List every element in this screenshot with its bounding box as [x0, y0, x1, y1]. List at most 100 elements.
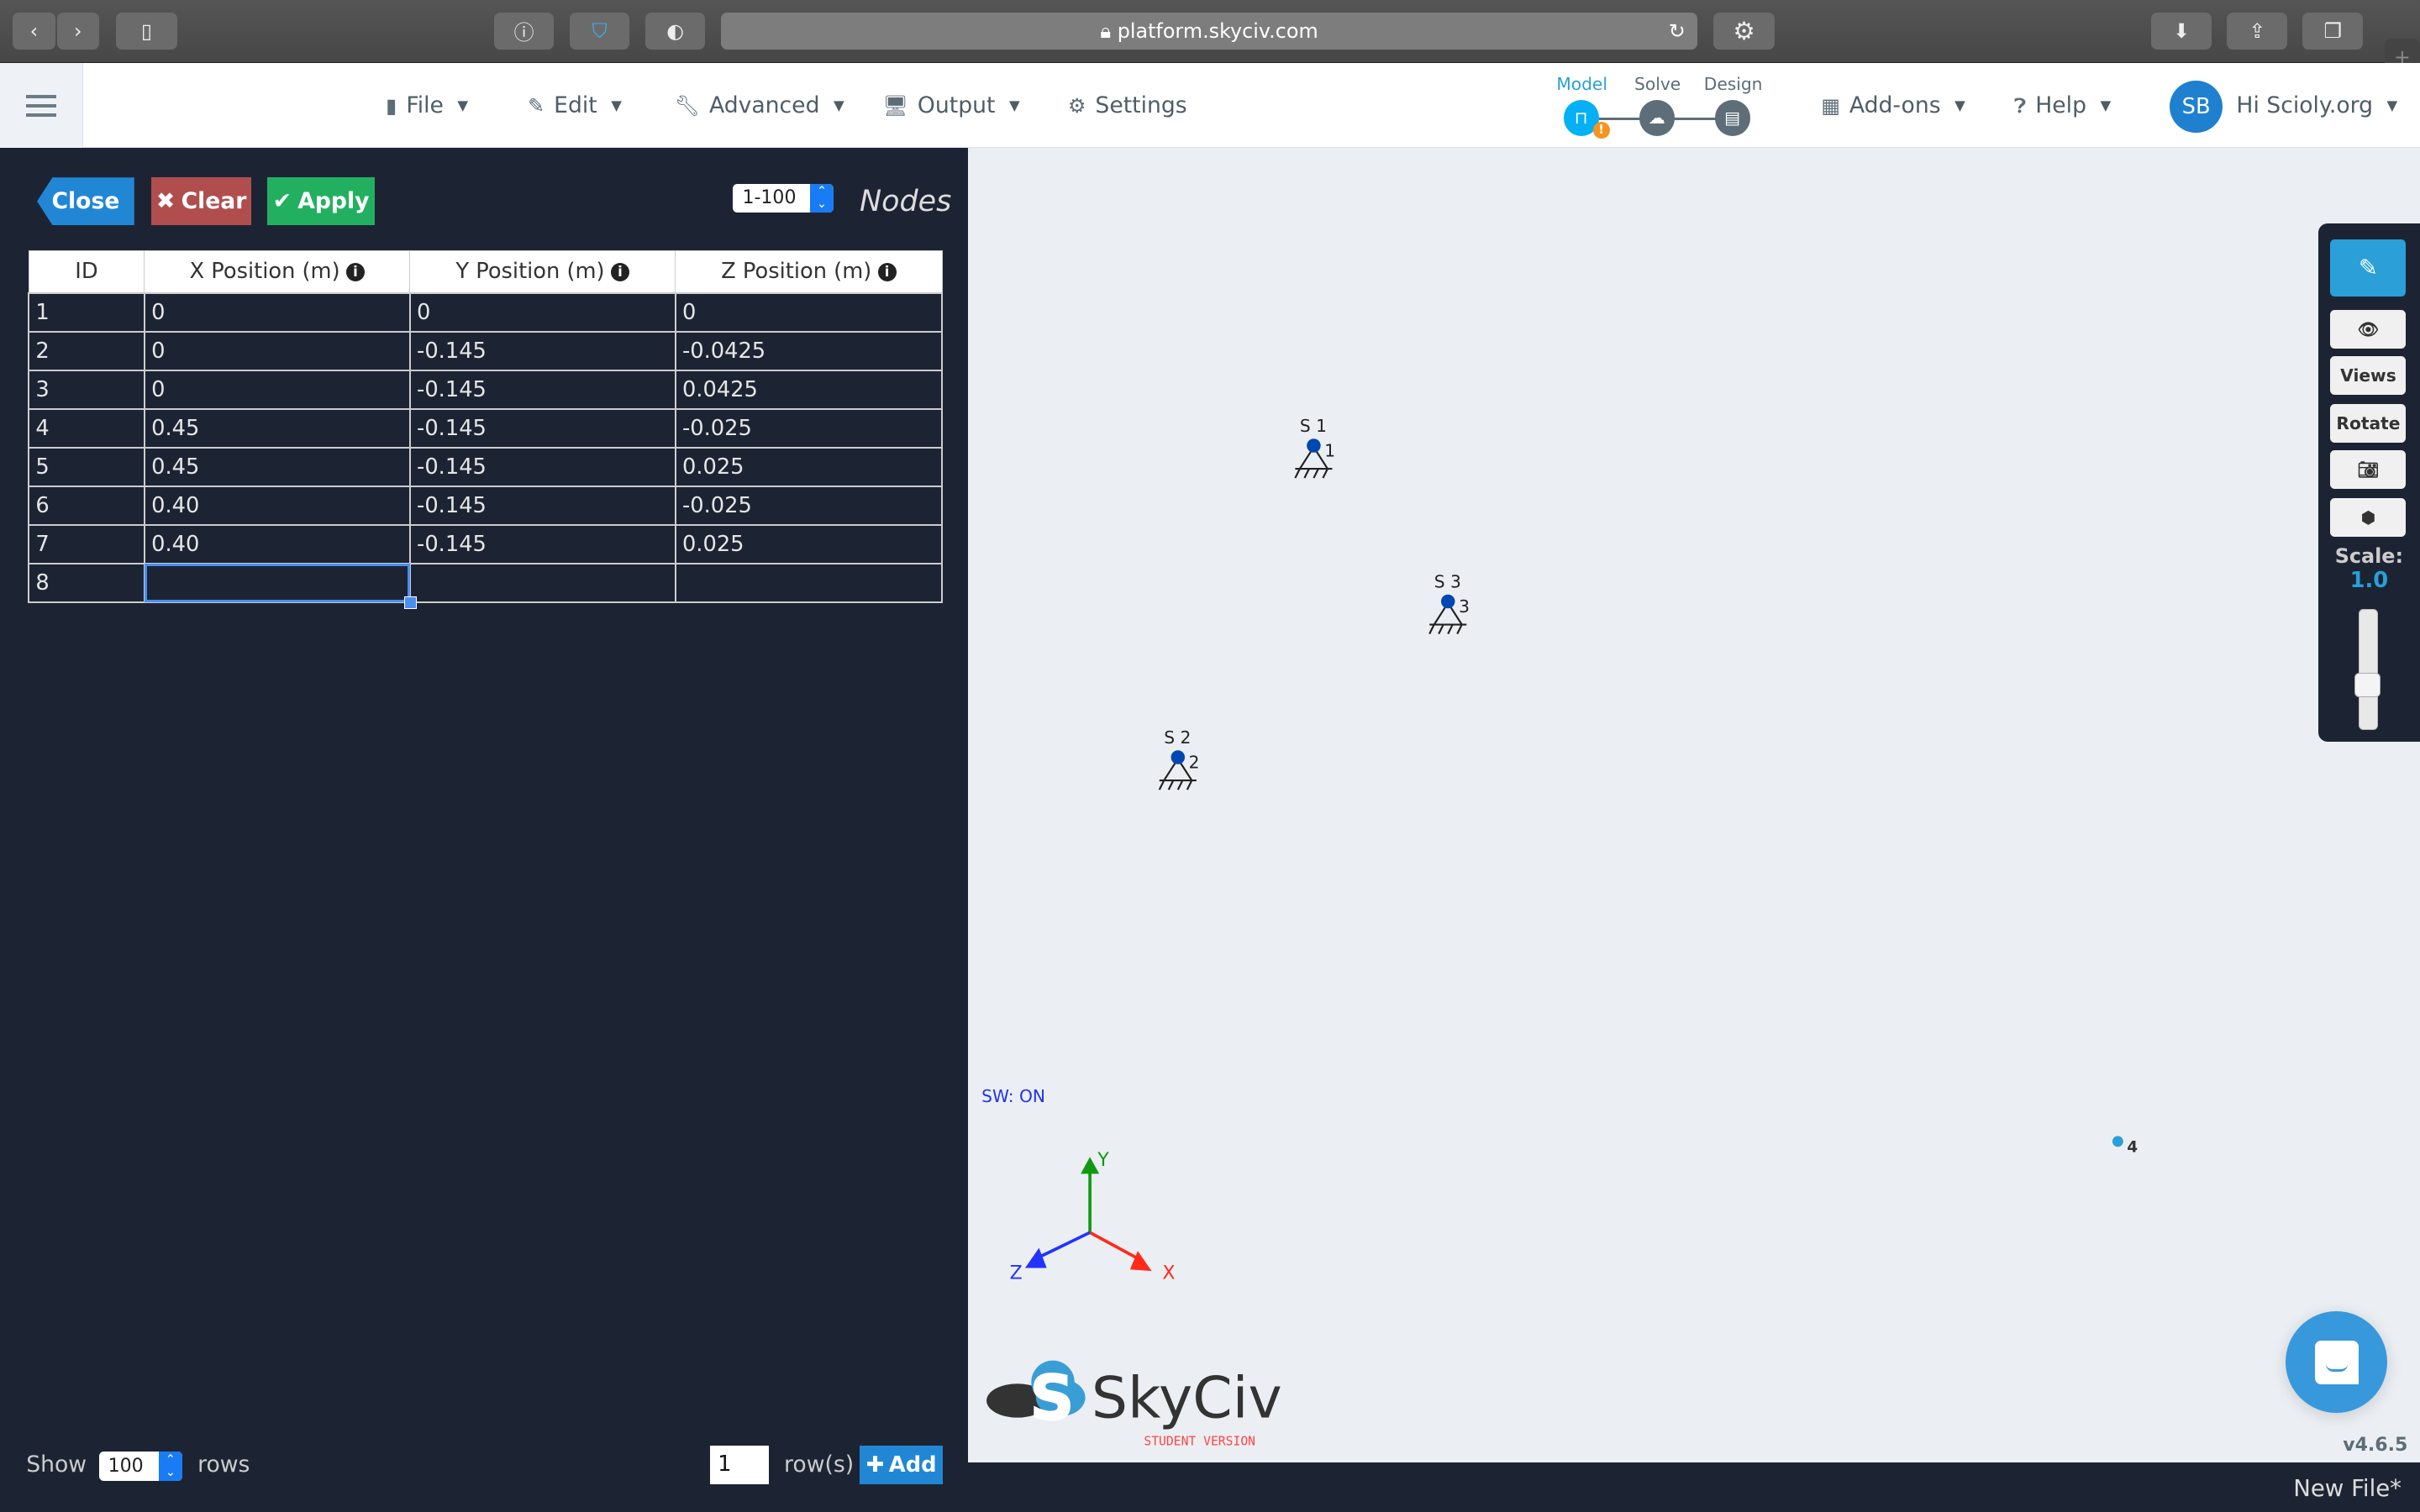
add-rows-count-input[interactable]: 1	[709, 1446, 769, 1484]
node-1[interactable]	[1306, 438, 1321, 454]
avatar[interactable]: SB	[2170, 80, 2223, 133]
cell-z[interactable]: -0.025	[674, 408, 944, 449]
col-z: Z Position (m) i	[675, 249, 943, 294]
cell-z[interactable]: -0.025	[674, 485, 944, 526]
col-label: Z Position (m)	[721, 259, 872, 285]
menu-edit[interactable]: ✎ Edit ▼	[528, 92, 622, 118]
cell-z[interactable]: 0.0425	[674, 370, 944, 411]
cell-z[interactable]: 0	[674, 292, 944, 333]
apply-button[interactable]: ✔ Apply	[266, 177, 376, 226]
cell-z[interactable]: 0.025	[674, 447, 944, 487]
share-icon[interactable]: ⇪	[2227, 12, 2288, 50]
cell-x[interactable]: 0.40	[143, 485, 411, 526]
node-label: 1	[1324, 441, 1335, 461]
eye-icon[interactable]: 👁︎	[2330, 310, 2407, 349]
download-icon[interactable]: ⬇	[2151, 12, 2212, 50]
table-row: 2 0 -0.145 -0.0425	[28, 331, 944, 372]
views-button[interactable]: Views	[2330, 356, 2407, 396]
address-bar[interactable]: 🔒︎ platform.skyciv.com ↻	[720, 12, 1698, 50]
step-model-label[interactable]: Model	[1544, 74, 1621, 94]
menu-advanced[interactable]: 🔧︎ Advanced ▼	[675, 92, 844, 118]
node-3[interactable]	[1440, 595, 1455, 609]
z-axis-label: Z	[1009, 1263, 1022, 1284]
clear-button[interactable]: ✖ Clear	[150, 177, 252, 226]
cell-x[interactable]	[143, 562, 417, 609]
cell-y[interactable]: -0.145	[408, 485, 676, 526]
chevron-down-icon: ▼	[1008, 97, 1020, 114]
cell-id: 6	[28, 485, 145, 526]
cell-x[interactable]: 0	[143, 292, 411, 333]
forward-button[interactable]: ›	[56, 12, 99, 50]
cube-icon[interactable]: ⬢	[2330, 498, 2407, 538]
info-icon[interactable]: i	[610, 262, 629, 281]
cell-x[interactable]: 0.40	[143, 523, 411, 564]
reload-icon[interactable]: ↻	[1669, 19, 1686, 43]
cell-x[interactable]: 0	[143, 331, 411, 372]
rotate-button[interactable]: Rotate	[2330, 404, 2407, 444]
col-y: Y Position (m) i	[409, 249, 676, 294]
menu-output[interactable]: 🖥︎ Output ▼	[883, 92, 1020, 118]
cell-id: 2	[28, 331, 145, 372]
range-select[interactable]: 1-100 ⌃ ⌄	[733, 183, 834, 213]
sidebar-toggle-icon[interactable]: ▯	[115, 12, 178, 50]
node-2[interactable]	[1171, 750, 1185, 765]
chat-icon	[2315, 1341, 2359, 1384]
slider-thumb[interactable]	[2354, 672, 2381, 697]
support-s2[interactable]: S 22	[1158, 727, 1199, 791]
menu-settings[interactable]: ⚙ Settings	[1068, 92, 1187, 118]
shield-check-icon[interactable]: ⛉	[569, 12, 630, 50]
node-4[interactable]	[2112, 1136, 2123, 1147]
fill-handle[interactable]	[404, 596, 417, 609]
cell-y[interactable]: -0.145	[408, 331, 676, 372]
cell-y[interactable]: 0	[408, 292, 676, 333]
menu-help[interactable]: ❓︎ Help ▼	[2014, 92, 2111, 118]
gear-icon[interactable]: ⚙	[1712, 12, 1776, 50]
step-solve-label[interactable]: Solve	[1619, 74, 1697, 94]
cell-y[interactable]: -0.145	[408, 523, 676, 564]
node-label: 3	[1459, 596, 1470, 617]
edit-pencil-icon[interactable]: ✎	[2330, 239, 2407, 297]
model-viewport[interactable]: SW: ON S 11 S 22 S 33 4 Y X Z S SkyCiv S…	[967, 148, 2420, 1463]
cell-y[interactable]	[408, 562, 676, 603]
support-s1[interactable]: S 11	[1293, 416, 1335, 480]
menu-addons[interactable]: ▦ Add-ons ▼	[1821, 92, 1965, 118]
add-rows-button[interactable]: ✚ Add	[860, 1446, 944, 1484]
hamburger-menu-icon[interactable]	[0, 63, 84, 149]
table-row: 7 0.40 -0.145 0.025	[28, 523, 944, 564]
menu-file[interactable]: ▮ File ▼	[386, 92, 468, 118]
clear-label: Clear	[181, 188, 247, 215]
cell-z[interactable]: 0.025	[674, 523, 944, 564]
info-icon[interactable]: i	[877, 262, 897, 281]
support-s3[interactable]: S 33	[1428, 572, 1470, 635]
updown-icon: ⌃ ⌄	[159, 1452, 182, 1482]
cell-x[interactable]: 0.45	[143, 447, 411, 487]
close-button[interactable]: Close	[37, 177, 134, 226]
file-name: New File*	[2293, 1474, 2402, 1502]
rows-per-page-select[interactable]: 100 ⌃ ⌄	[98, 1452, 182, 1482]
cell-y[interactable]: -0.145	[408, 447, 676, 487]
cell-y[interactable]: -0.145	[408, 408, 676, 449]
monitor-icon: 🖥︎	[882, 93, 908, 118]
tabs-icon[interactable]: ❐	[2302, 12, 2364, 50]
cell-z[interactable]: -0.0425	[674, 331, 944, 372]
cell-x[interactable]: 0.45	[143, 408, 411, 449]
step-solve-cloud-icon[interactable]: ☁	[1639, 100, 1675, 136]
cell-id: 7	[28, 523, 145, 564]
chat-button[interactable]	[2286, 1311, 2388, 1414]
scale-slider[interactable]	[2354, 609, 2381, 730]
step-design-label[interactable]: Design	[1695, 74, 1772, 94]
camera-icon[interactable]: 📷︎	[2330, 450, 2407, 490]
model-canvas: S 11 S 22 S 33 4 Y X Z S SkyCiv STUDENT …	[986, 416, 2138, 1449]
url-text: platform.skyciv.com	[1117, 18, 1318, 43]
app-header: ▮ File ▼ ✎ Edit ▼ 🔧︎ Advanced ▼ 🖥︎ Output ▼ ⚙ Set…	[0, 63, 2420, 149]
step-design-doc-icon[interactable]: ▤	[1714, 100, 1750, 136]
user-menu[interactable]: Hi Scioly.org ▼	[2236, 92, 2397, 118]
show-label: Show	[26, 1452, 87, 1478]
privacy-shield-icon[interactable]: ◐	[644, 12, 706, 50]
back-button[interactable]: ‹	[12, 12, 56, 50]
info-icon[interactable]: i	[345, 262, 365, 281]
cell-x[interactable]: 0	[143, 370, 411, 411]
cell-y[interactable]: -0.145	[408, 370, 676, 411]
cell-z[interactable]	[674, 562, 944, 603]
info-icon[interactable]: ⓘ	[493, 12, 555, 50]
